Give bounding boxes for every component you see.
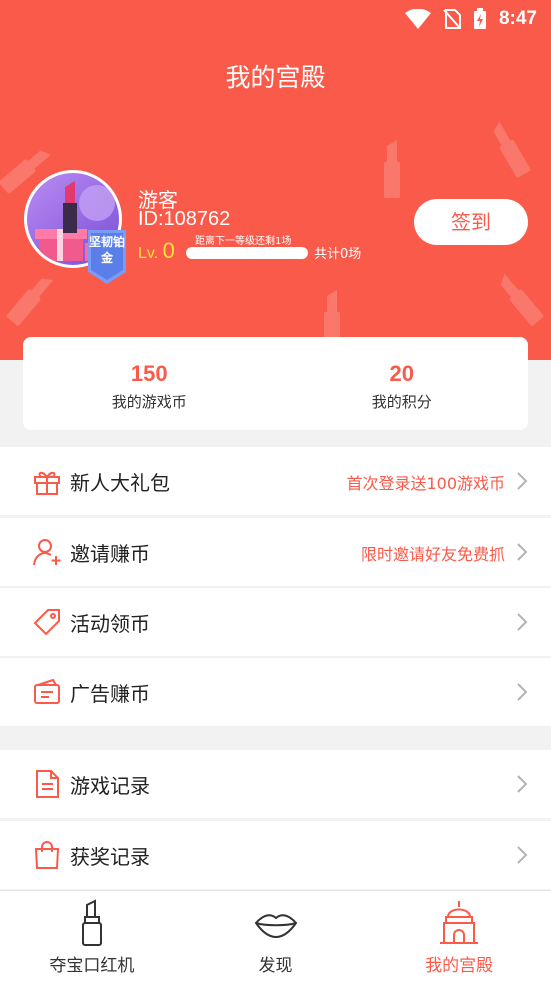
lipstick-decoration-icon	[384, 140, 400, 198]
total-games: 共计0场	[314, 247, 362, 262]
tab-lipstick-machine[interactable]: 夺宝口红机	[0, 891, 184, 981]
menu-item-ad-coins[interactable]: 广告赚币	[0, 658, 551, 726]
chevron-right-icon	[517, 472, 528, 490]
menu-item-invite-earn[interactable]: 邀请赚币 限时邀请好友免费抓	[0, 518, 551, 586]
page-title: 我的宫殿	[225, 63, 326, 92]
tab-label: 夺宝口红机	[49, 956, 135, 976]
gift-icon	[34, 471, 60, 495]
level-value: 0	[162, 238, 175, 263]
document-icon	[36, 770, 59, 798]
rank-badge: 坚韧铂金	[86, 230, 128, 284]
no-sim-icon	[443, 9, 461, 29]
menu-label: 新人大礼包	[70, 471, 170, 495]
user-id: ID:108762	[138, 208, 231, 230]
menu-label: 广告赚币	[70, 682, 150, 706]
menu-item-game-records[interactable]: 游戏记录	[0, 750, 551, 818]
lipstick-icon	[81, 899, 102, 946]
stat-points[interactable]: 20 我的积分	[276, 337, 529, 430]
ad-card-icon	[34, 678, 60, 704]
tab-label: 发现	[258, 956, 293, 976]
level-prefix: Lv.	[138, 245, 159, 262]
rank-badge-text: 坚韧铂金	[88, 235, 125, 265]
chevron-right-icon	[517, 683, 528, 701]
profile-header: 8:47 我的宫殿 坚韧铂金 游客 ID:108762 Lv. 0 距离下一等级…	[0, 0, 551, 360]
menu-item-prize-records[interactable]: 获奖记录	[0, 821, 551, 889]
wifi-icon	[404, 9, 431, 29]
chevron-right-icon	[517, 846, 528, 864]
bottom-tab-bar: 夺宝口红机 发现 我的宫殿	[0, 890, 551, 981]
menu-label: 游戏记录	[70, 774, 150, 798]
menu-item-newbie-gift[interactable]: 新人大礼包 首次登录送100游戏币	[0, 447, 551, 515]
stat-label: 我的积分	[371, 393, 432, 411]
menu-label: 获奖记录	[70, 845, 150, 869]
shopping-bag-icon	[34, 841, 60, 869]
lipstick-decoration-icon	[6, 278, 54, 326]
menu-hint: 首次登录送100游戏币	[346, 474, 505, 493]
menu-label: 邀请赚币	[70, 542, 150, 566]
checkin-button[interactable]: 签到	[414, 199, 528, 245]
tag-icon	[33, 609, 60, 636]
palace-icon	[440, 901, 479, 944]
chevron-right-icon	[517, 613, 528, 631]
status-time: 8:47	[498, 8, 537, 29]
level-progress-bar	[186, 247, 308, 259]
status-bar: 8:47	[0, 0, 551, 40]
chevron-right-icon	[517, 775, 528, 793]
stat-value: 150	[130, 361, 168, 386]
stat-label: 我的游戏币	[111, 393, 187, 411]
tab-discover[interactable]: 发现	[184, 891, 368, 981]
tab-my-palace[interactable]: 我的宫殿	[367, 891, 551, 981]
next-level-tip: 距离下一等级还剩1场	[195, 236, 292, 247]
battery-charging-icon	[473, 8, 486, 29]
menu-hint: 限时邀请好友免费抓	[360, 545, 505, 564]
stats-card: 150 我的游戏币 20 我的积分	[23, 337, 528, 430]
tab-label: 我的宫殿	[425, 956, 494, 976]
menu-item-activity-coins[interactable]: 活动领币	[0, 588, 551, 656]
stat-value: 20	[389, 361, 414, 386]
chevron-right-icon	[517, 543, 528, 561]
lipstick-decoration-icon	[500, 273, 544, 326]
stat-game-coins[interactable]: 150 我的游戏币	[23, 337, 276, 430]
level-label: Lv. 0	[138, 238, 175, 264]
user-add-icon	[33, 539, 61, 566]
lips-icon	[254, 914, 297, 939]
menu-label: 活动领币	[70, 612, 150, 636]
lipstick-decoration-icon	[493, 121, 531, 178]
